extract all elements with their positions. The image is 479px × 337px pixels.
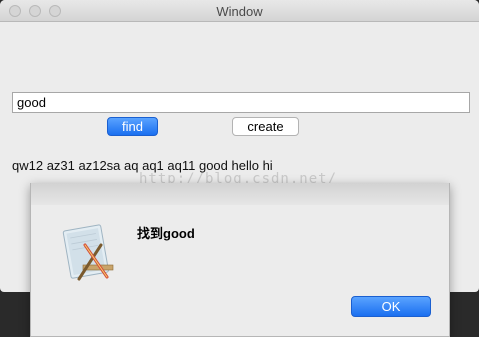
search-input[interactable]: [12, 92, 470, 113]
ok-button[interactable]: OK: [351, 296, 431, 317]
create-button[interactable]: create: [232, 117, 299, 136]
alert-message: 找到good: [137, 226, 195, 241]
app-icon: [62, 224, 114, 281]
alert-sheet: 找到good OK: [30, 183, 450, 337]
sheet-top-shadow: [31, 183, 449, 205]
find-button[interactable]: find: [107, 117, 158, 136]
window-title: Window: [216, 4, 263, 19]
title-bar[interactable]: Window: [0, 0, 479, 22]
